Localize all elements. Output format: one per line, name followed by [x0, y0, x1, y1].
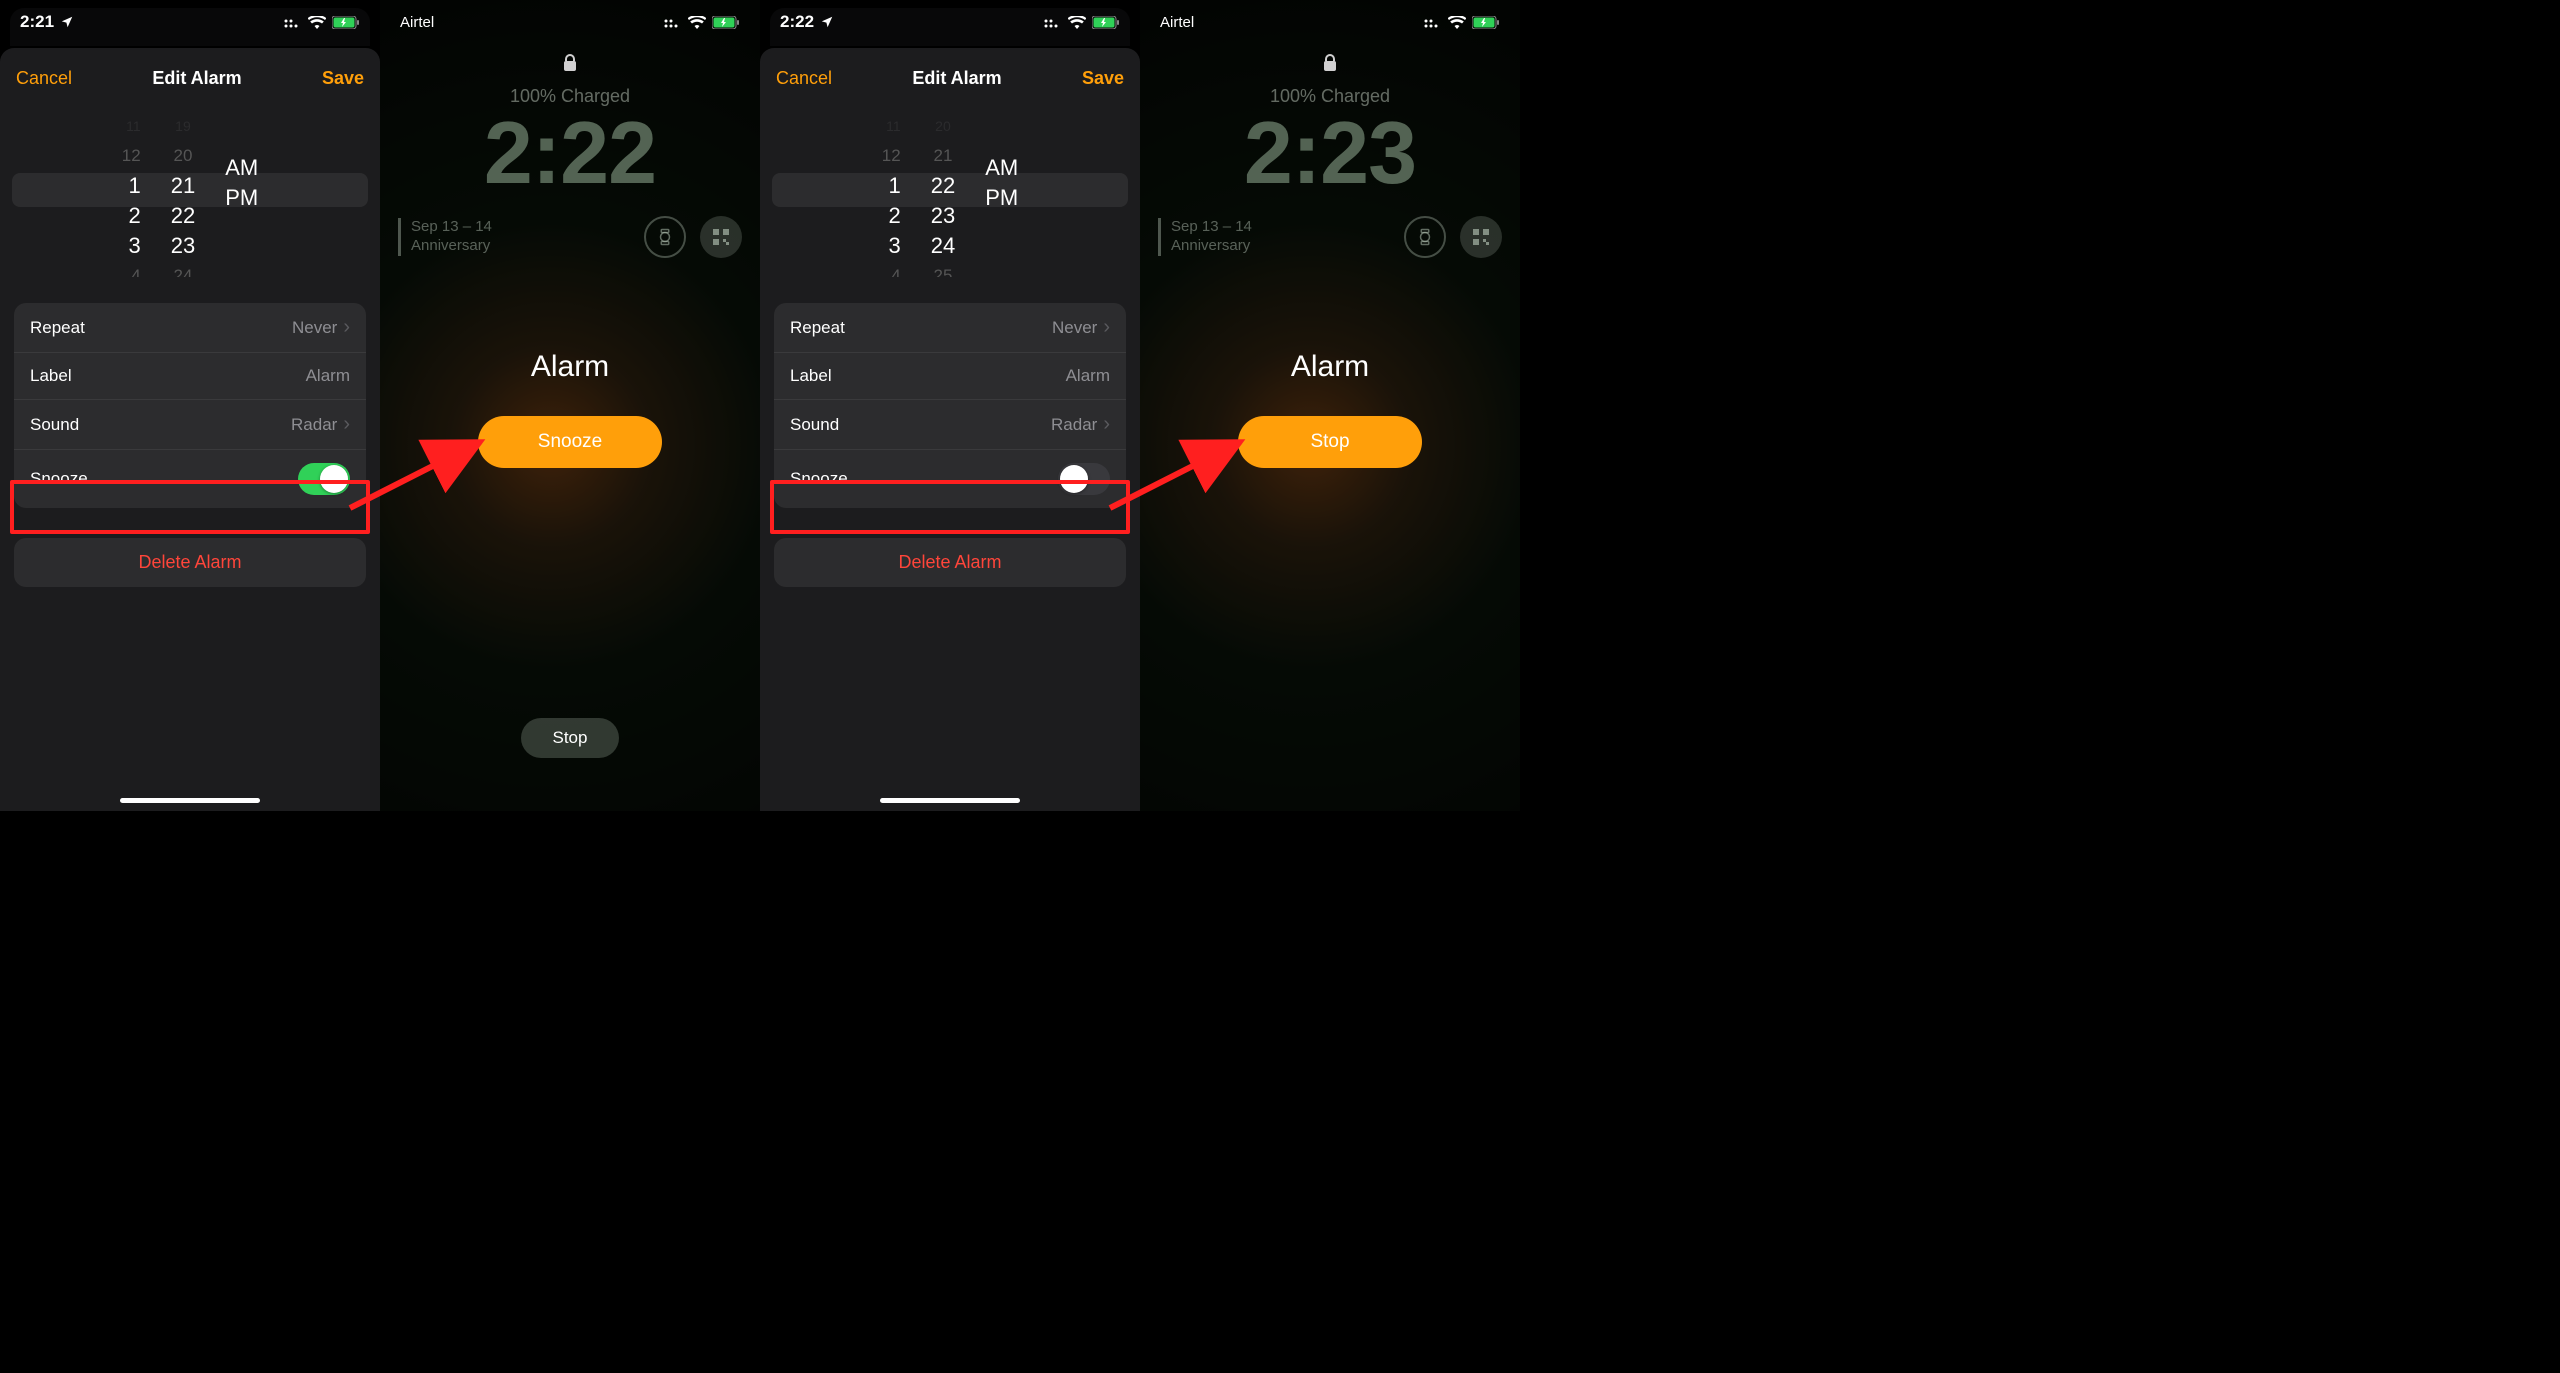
ampm-wheel[interactable]: AM PM — [985, 103, 1018, 277]
label-row[interactable]: Label Alarm — [774, 353, 1126, 400]
lock-clock: 2:22 — [380, 102, 760, 204]
cancel-button[interactable]: Cancel — [16, 68, 72, 89]
delete-alarm-button[interactable]: Delete Alarm — [14, 538, 366, 587]
signal-icon — [1044, 16, 1062, 28]
label-value: Alarm — [306, 366, 350, 386]
status-time: 2:21 — [20, 12, 54, 32]
edit-alarm-sheet: Cancel Edit Alarm Save 11 12 1 2 3 4 5 1… — [0, 48, 380, 811]
save-button[interactable]: Save — [322, 68, 364, 89]
battery-icon — [1472, 16, 1500, 29]
sound-row[interactable]: Sound Radar › — [774, 400, 1126, 450]
cancel-button[interactable]: Cancel — [776, 68, 832, 89]
label-value: Alarm — [1066, 366, 1110, 386]
stop-button-small[interactable]: Stop — [521, 718, 619, 758]
snooze-label: Snooze — [790, 469, 848, 489]
signal-icon — [664, 16, 682, 28]
qr-widget-icon — [1460, 216, 1502, 258]
date-widget: Sep 13 – 14 Anniversary — [1158, 218, 1252, 256]
repeat-value: Never — [292, 318, 337, 338]
status-bar: 2:21 — [0, 0, 380, 44]
save-button[interactable]: Save — [1082, 68, 1124, 89]
carrier-name: Airtel — [1160, 14, 1194, 31]
sheet-title: Edit Alarm — [152, 68, 241, 89]
nav-bar: Cancel Edit Alarm Save — [760, 60, 1140, 103]
status-bar: Airtel — [1140, 0, 1520, 44]
repeat-value: Never — [1052, 318, 1097, 338]
widgets-row: Sep 13 – 14 Anniversary — [1158, 216, 1502, 258]
watch-widget-icon — [1404, 216, 1446, 258]
battery-icon — [712, 16, 740, 29]
minute-wheel[interactable]: 19 20 21 22 23 24 25 — [171, 103, 195, 277]
time-picker[interactable]: 11 12 1 2 3 4 5 19 20 21 22 23 24 25 — [0, 103, 380, 277]
panel-lock-snooze: Airtel 100% Charged 2:22 Sep 13 – 14 — [380, 0, 760, 811]
battery-icon — [332, 16, 360, 29]
chevron-right-icon: › — [1103, 316, 1110, 339]
repeat-row[interactable]: Repeat Never › — [14, 303, 366, 353]
status-bar: 2:22 — [760, 0, 1140, 44]
watch-widget-icon — [644, 216, 686, 258]
sound-label: Sound — [790, 415, 839, 435]
sound-value: Radar — [1051, 415, 1097, 435]
repeat-label: Repeat — [30, 318, 85, 338]
ampm-wheel[interactable]: AM PM — [225, 103, 258, 277]
sheet-title: Edit Alarm — [912, 68, 1001, 89]
chevron-right-icon: › — [343, 316, 350, 339]
snooze-toggle[interactable] — [298, 463, 350, 495]
location-icon — [60, 15, 74, 29]
wifi-icon — [1448, 16, 1466, 29]
snooze-button[interactable]: Snooze — [478, 416, 662, 468]
settings-list: Repeat Never › Label Alarm Sound Radar › S… — [14, 303, 366, 508]
label-label: Label — [30, 366, 72, 386]
sound-label: Sound — [30, 415, 79, 435]
snooze-row[interactable]: Snooze — [774, 450, 1126, 508]
battery-icon — [1092, 16, 1120, 29]
alarm-title: Alarm — [380, 350, 760, 384]
qr-widget-icon — [700, 216, 742, 258]
hour-wheel[interactable]: 11 12 1 2 3 4 5 — [882, 103, 901, 277]
repeat-label: Repeat — [790, 318, 845, 338]
lock-icon — [1323, 54, 1337, 77]
wifi-icon — [688, 16, 706, 29]
alarm-title: Alarm — [1140, 350, 1520, 384]
lock-clock: 2:23 — [1140, 102, 1520, 204]
home-indicator[interactable] — [120, 798, 260, 803]
signal-icon — [1424, 16, 1442, 28]
sound-row[interactable]: Sound Radar › — [14, 400, 366, 450]
chevron-right-icon: › — [343, 413, 350, 436]
settings-list: Repeat Never › Label Alarm Sound Radar › S… — [774, 303, 1126, 508]
widgets-row: Sep 13 – 14 Anniversary — [398, 216, 742, 258]
snooze-row[interactable]: Snooze — [14, 450, 366, 508]
date-widget: Sep 13 – 14 Anniversary — [398, 218, 492, 256]
wifi-icon — [308, 16, 326, 29]
delete-alarm-button[interactable]: Delete Alarm — [774, 538, 1126, 587]
wifi-icon — [1068, 16, 1086, 29]
repeat-row[interactable]: Repeat Never › — [774, 303, 1126, 353]
nav-bar: Cancel Edit Alarm Save — [0, 60, 380, 103]
sound-value: Radar — [291, 415, 337, 435]
chevron-right-icon: › — [1103, 413, 1110, 436]
edit-alarm-sheet: Cancel Edit Alarm Save 11 12 1 2 3 4 5 2… — [760, 48, 1140, 811]
snooze-label: Snooze — [30, 469, 88, 489]
status-time: 2:22 — [780, 12, 814, 32]
panel-edit-snoozeon: 2:21 Cancel Edit Alarm Save — [0, 0, 380, 811]
minute-wheel[interactable]: 20 21 22 23 24 25 26 — [931, 103, 955, 277]
hour-wheel[interactable]: 11 12 1 2 3 4 5 — [122, 103, 141, 277]
label-label: Label — [790, 366, 832, 386]
carrier-name: Airtel — [400, 14, 434, 31]
location-icon — [820, 15, 834, 29]
time-picker[interactable]: 11 12 1 2 3 4 5 20 21 22 23 24 25 26 — [760, 103, 1140, 277]
signal-icon — [284, 16, 302, 28]
home-indicator[interactable] — [880, 798, 1020, 803]
label-row[interactable]: Label Alarm — [14, 353, 366, 400]
status-bar: Airtel — [380, 0, 760, 44]
panel-edit-snoozeoff: 2:22 Cancel Edit Alarm Save — [760, 0, 1140, 811]
lock-icon — [563, 54, 577, 77]
snooze-toggle[interactable] — [1058, 463, 1110, 495]
stop-button[interactable]: Stop — [1238, 416, 1422, 468]
panel-lock-stop: Airtel 100% Charged 2:23 Sep 13 – 14 — [1140, 0, 1520, 811]
